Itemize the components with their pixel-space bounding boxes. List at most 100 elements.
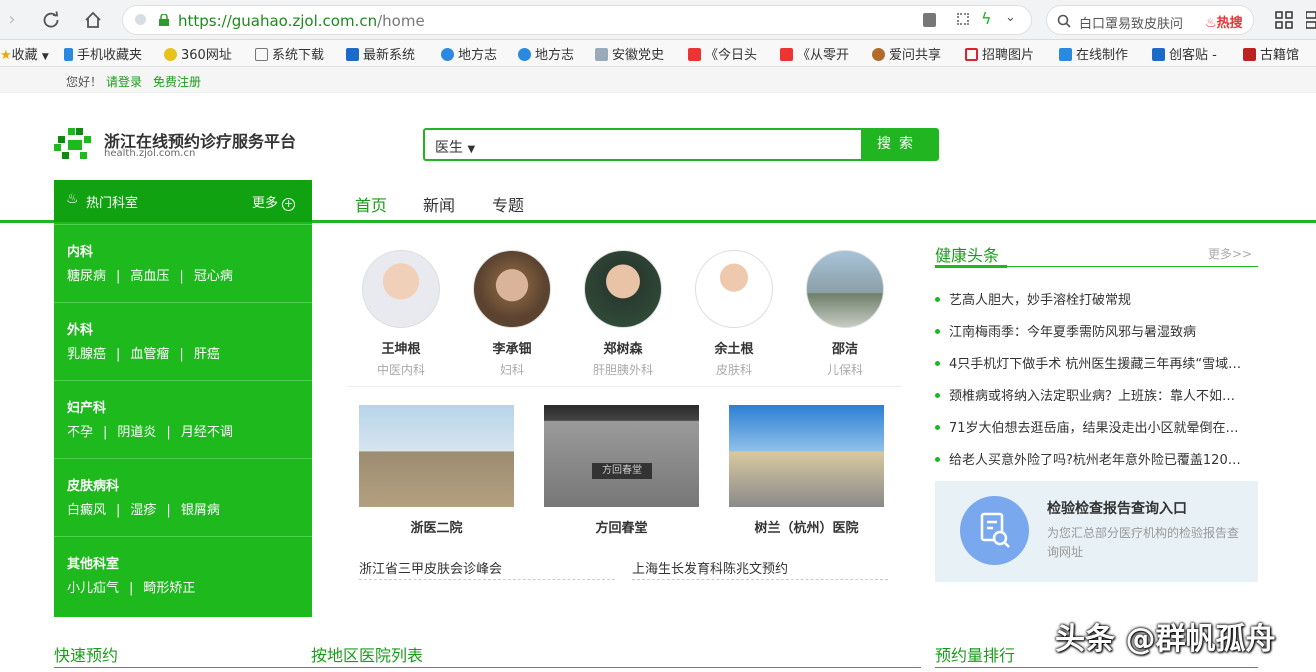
dept-link[interactable]: 银屑病 — [181, 503, 220, 518]
section-title[interactable]: 外科 — [67, 319, 93, 338]
bookmark-item[interactable]: 360网址 — [164, 44, 232, 63]
dept-link[interactable]: 白癜风 — [67, 503, 106, 518]
bookmark-item[interactable]: 《今日头 — [688, 44, 757, 63]
health-news-more-link[interactable]: 更多>> — [1208, 245, 1252, 262]
news-item[interactable]: 江南梅雨季：今年夏季需防风邪与暑湿致病 — [935, 321, 1258, 340]
dept-link[interactable]: 月经不调 — [181, 425, 233, 440]
doctor-dept: 儿保科 — [826, 363, 863, 377]
site-logo-icon[interactable] — [54, 128, 94, 160]
lock-icon — [159, 14, 169, 26]
doctor-card[interactable]: 余土根 皮肤科 — [684, 250, 784, 378]
grid-icon[interactable] — [957, 13, 969, 25]
lightning-icon[interactable]: ϟ — [981, 9, 992, 28]
bookmark-item[interactable]: 在线制作 — [1059, 44, 1128, 63]
address-bar[interactable]: https://guahao.zjol.com.cn/home ϟ ⌄ — [122, 5, 1032, 35]
dept-link[interactable]: 不孕 — [67, 425, 93, 440]
divider — [311, 667, 921, 668]
dept-link[interactable]: 小儿疝气 — [67, 581, 119, 596]
site-info-icon[interactable] — [135, 14, 146, 25]
news-item[interactable]: 71岁大伯想去逛岳庙，结果没走出小区就晕倒在… — [935, 417, 1258, 436]
search-button[interactable]: 搜索 — [861, 130, 937, 159]
menu-icon[interactable] — [1306, 11, 1316, 29]
doctor-avatar — [362, 250, 440, 328]
bookmark-item[interactable]: 《从零开 — [780, 44, 849, 63]
bookmark-item[interactable]: 爱问共享 — [872, 44, 941, 63]
chevron-down-icon[interactable]: ⌄ — [1005, 10, 1016, 25]
sidebar-more-link[interactable]: 更多 + — [252, 192, 296, 211]
register-link[interactable]: 免费注册 — [153, 73, 201, 90]
section-title[interactable]: 妇产科 — [67, 397, 106, 416]
hospital-image — [729, 405, 884, 507]
doctor-dept: 中医内科 — [376, 363, 425, 377]
login-bar: 您好！ 请登录 免费注册 — [0, 67, 1316, 93]
dept-link[interactable]: 乳腺癌 — [67, 347, 106, 362]
browser-search-box[interactable]: 白口罩易致皮肤问 ♨热搜 — [1046, 5, 1254, 35]
news-item[interactable]: 颈椎病或将纳入法定职业病？上班族：靠人不如… — [935, 385, 1258, 404]
bookmark-item[interactable]: 系统下载 — [255, 44, 324, 63]
bookmark-item[interactable]: 最新系统 — [346, 44, 415, 63]
news-item[interactable]: 给老人买意外险了吗?杭州老年意外险已覆盖120… — [935, 449, 1258, 468]
dept-link[interactable]: 糖尿病 — [67, 269, 106, 284]
sidebar-section: 外科 乳腺癌 | 血管瘤 | 肝癌 — [54, 302, 312, 380]
doctor-card[interactable]: 王坤根 中医内科 — [351, 250, 451, 378]
fire-icon: ♨ — [66, 191, 79, 207]
doctor-card[interactable]: 邵洁 儿保科 — [795, 250, 895, 378]
hospital-name: 浙医二院 — [410, 521, 463, 536]
bookmark-item[interactable]: 创客贴 - — [1152, 44, 1217, 63]
dept-link[interactable]: 畸形矫正 — [143, 581, 195, 596]
login-link[interactable]: 请登录 — [106, 73, 142, 90]
bookmark-favorites[interactable]: ★收藏 ▼ — [0, 44, 49, 63]
news-item[interactable]: 艺高人胆大，妙手溶栓打破常规 — [935, 289, 1258, 308]
dept-link[interactable]: 肝癌 — [194, 347, 220, 362]
news-item[interactable]: 4只手机灯下做手术 杭州医生援藏三年再续“雪域… — [935, 353, 1258, 372]
hospital-card[interactable]: 方回春堂 方回春堂 — [544, 405, 699, 536]
bookmark-item[interactable]: 安徽党史 — [595, 44, 664, 63]
star-icon: ★ — [0, 48, 12, 63]
news-link[interactable]: 浙江省三甲皮肤会诊峰会 — [359, 558, 615, 580]
hospital-name: 树兰（杭州）医院 — [754, 521, 859, 536]
sidebar-section: 内科 糖尿病 | 高血压 | 冠心病 — [54, 224, 312, 302]
report-search-icon — [960, 496, 1029, 565]
hot-search-label[interactable]: ♨热搜 — [1205, 12, 1243, 31]
dept-link[interactable]: 阴道炎 — [117, 425, 156, 440]
quick-booking-title: 快速预约 — [54, 646, 119, 665]
report-query-card[interactable]: 检验检查报告查询入口 为您汇总部分医疗机构的检验报告查询网址 — [935, 481, 1258, 582]
fire-icon: ♨ — [1205, 16, 1217, 31]
section-title[interactable]: 皮肤病科 — [67, 475, 119, 494]
doctor-name: 余土根 — [714, 342, 754, 357]
doctor-card[interactable]: 李承钿 妇科 — [462, 250, 562, 378]
hospital-card[interactable]: 树兰（杭州）医院 — [729, 405, 884, 536]
nav-news[interactable]: 新闻 — [423, 192, 455, 216]
bookmark-item[interactable]: 招聘图片 — [965, 44, 1034, 63]
dept-link[interactable]: 冠心病 — [194, 269, 233, 284]
apps-grid-icon[interactable] — [1275, 11, 1293, 29]
dept-link[interactable]: 高血压 — [130, 269, 169, 284]
dept-link[interactable]: 血管瘤 — [130, 347, 169, 362]
dept-link[interactable]: 湿疹 — [130, 503, 156, 518]
forward-icon[interactable]: › — [0, 8, 24, 32]
hospital-image — [359, 405, 514, 507]
region-hospitals-title: 按地区医院列表 — [311, 646, 424, 665]
home-icon[interactable] — [81, 8, 105, 32]
bookmark-item[interactable]: 地方志 — [441, 44, 497, 63]
bookmarks-bar: ★收藏 ▼ 手机收藏夹 360网址 系统下载 最新系统 地方志 地方志 安徽党史… — [0, 40, 1316, 67]
reload-icon[interactable] — [39, 8, 63, 32]
hospital-image: 方回春堂 — [544, 405, 699, 507]
bookmark-item[interactable]: 地方志 — [518, 44, 574, 63]
search-type-select[interactable]: 医生 ▼ — [435, 137, 475, 157]
doctor-avatar — [806, 250, 884, 328]
block-icon[interactable] — [923, 13, 936, 27]
nav-topics[interactable]: 专题 — [492, 192, 524, 216]
doctor-dept: 妇科 — [499, 363, 524, 377]
sidebar-section: 其他科室 小儿疝气 | 畸形矫正 — [54, 536, 312, 614]
search-icon — [1057, 14, 1071, 28]
nav-home[interactable]: 首页 — [355, 192, 387, 216]
bookmark-item[interactable]: 古籍馆 — [1243, 44, 1299, 63]
browser-toolbar: › https://guahao.zjol.com.cn/home ϟ ⌄ 白口… — [0, 0, 1316, 40]
news-link[interactable]: 上海生长发育科陈兆文预约 — [632, 558, 888, 580]
section-title[interactable]: 内科 — [67, 241, 93, 260]
section-title[interactable]: 其他科室 — [67, 553, 119, 572]
hospital-card[interactable]: 浙医二院 — [359, 405, 514, 536]
doctor-card[interactable]: 郑树森 肝胆胰外科 — [573, 250, 673, 378]
bookmark-item[interactable]: 手机收藏夹 — [64, 44, 142, 63]
